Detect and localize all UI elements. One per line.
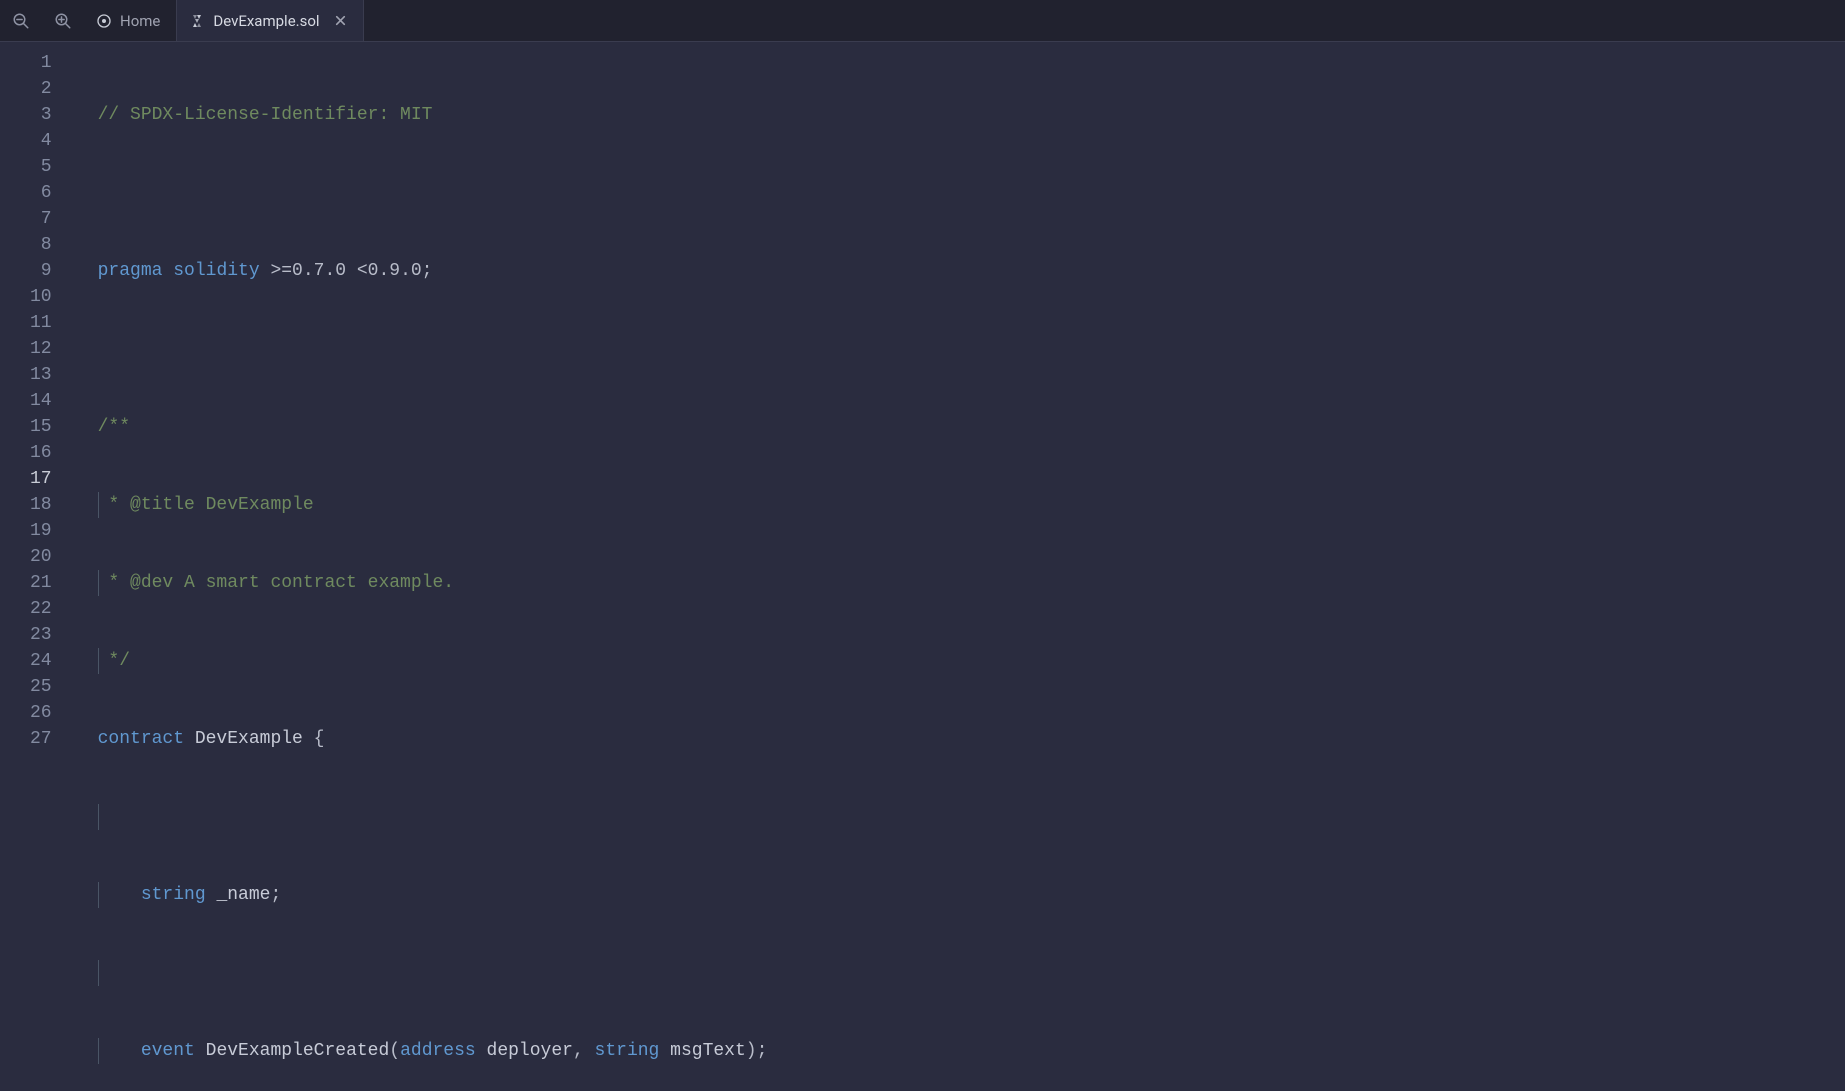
solidity-icon	[189, 13, 205, 29]
app-root: Home DevExample.sol 1 2 3 4 5 6 7 8 9 10…	[0, 0, 1845, 1091]
code-line[interactable]: event DevExampleCreated(address deployer…	[86, 1038, 1845, 1064]
line-number: 10	[30, 284, 52, 310]
code-line[interactable]: pragma solidity >=0.7.0 <0.9.0;	[86, 258, 1845, 284]
line-number: 19	[30, 518, 52, 544]
line-number: 13	[30, 362, 52, 388]
line-number: 3	[30, 102, 52, 128]
zoom-out-icon	[12, 12, 30, 30]
line-number: 25	[30, 674, 52, 700]
line-number: 11	[30, 310, 52, 336]
line-number: 8	[30, 232, 52, 258]
line-number: 2	[30, 76, 52, 102]
line-number: 21	[30, 570, 52, 596]
line-number: 24	[30, 648, 52, 674]
line-number: 18	[30, 492, 52, 518]
remix-icon	[96, 13, 112, 29]
code-line[interactable]: */	[86, 648, 1845, 674]
zoom-out-button[interactable]	[0, 0, 42, 41]
zoom-in-icon	[54, 12, 72, 30]
line-number: 12	[30, 336, 52, 362]
code-line[interactable]: /**	[86, 414, 1845, 440]
line-number: 20	[30, 544, 52, 570]
code-line[interactable]: * @title DevExample	[86, 492, 1845, 518]
line-number: 5	[30, 154, 52, 180]
line-number: 26	[30, 700, 52, 726]
tab-home-label: Home	[120, 12, 160, 30]
line-number: 4	[30, 128, 52, 154]
line-number: 6	[30, 180, 52, 206]
line-number: 9	[30, 258, 52, 284]
tab-home[interactable]: Home	[84, 0, 177, 41]
zoom-in-button[interactable]	[42, 0, 84, 41]
code-line[interactable]: * @dev A smart contract example.	[86, 570, 1845, 596]
tab-bar: Home DevExample.sol	[0, 0, 1845, 42]
close-icon	[334, 14, 347, 27]
line-number: 1	[30, 50, 52, 76]
code-line[interactable]: contract DevExample {	[86, 726, 1845, 752]
tab-close-button[interactable]	[334, 14, 347, 27]
code-line[interactable]	[86, 804, 1845, 830]
line-number: 27	[30, 726, 52, 752]
line-number-gutter: 1 2 3 4 5 6 7 8 9 10 11 12 13 14 15 16 1…	[0, 42, 66, 1091]
code-area[interactable]: // SPDX-License-Identifier: MIT pragma s…	[66, 42, 1845, 1091]
line-number: 17	[30, 466, 52, 492]
code-line[interactable]	[86, 960, 1845, 986]
line-number: 22	[30, 596, 52, 622]
line-number: 7	[30, 206, 52, 232]
code-line[interactable]: string _name;	[86, 882, 1845, 908]
line-number: 14	[30, 388, 52, 414]
line-number: 15	[30, 414, 52, 440]
line-number: 16	[30, 440, 52, 466]
code-line[interactable]: // SPDX-License-Identifier: MIT	[86, 102, 1845, 128]
tab-file-devexample[interactable]: DevExample.sol	[177, 0, 363, 41]
code-line[interactable]	[86, 336, 1845, 362]
tab-file-label: DevExample.sol	[213, 12, 319, 30]
code-editor[interactable]: 1 2 3 4 5 6 7 8 9 10 11 12 13 14 15 16 1…	[0, 42, 1845, 1091]
code-line[interactable]	[86, 180, 1845, 206]
line-number: 23	[30, 622, 52, 648]
